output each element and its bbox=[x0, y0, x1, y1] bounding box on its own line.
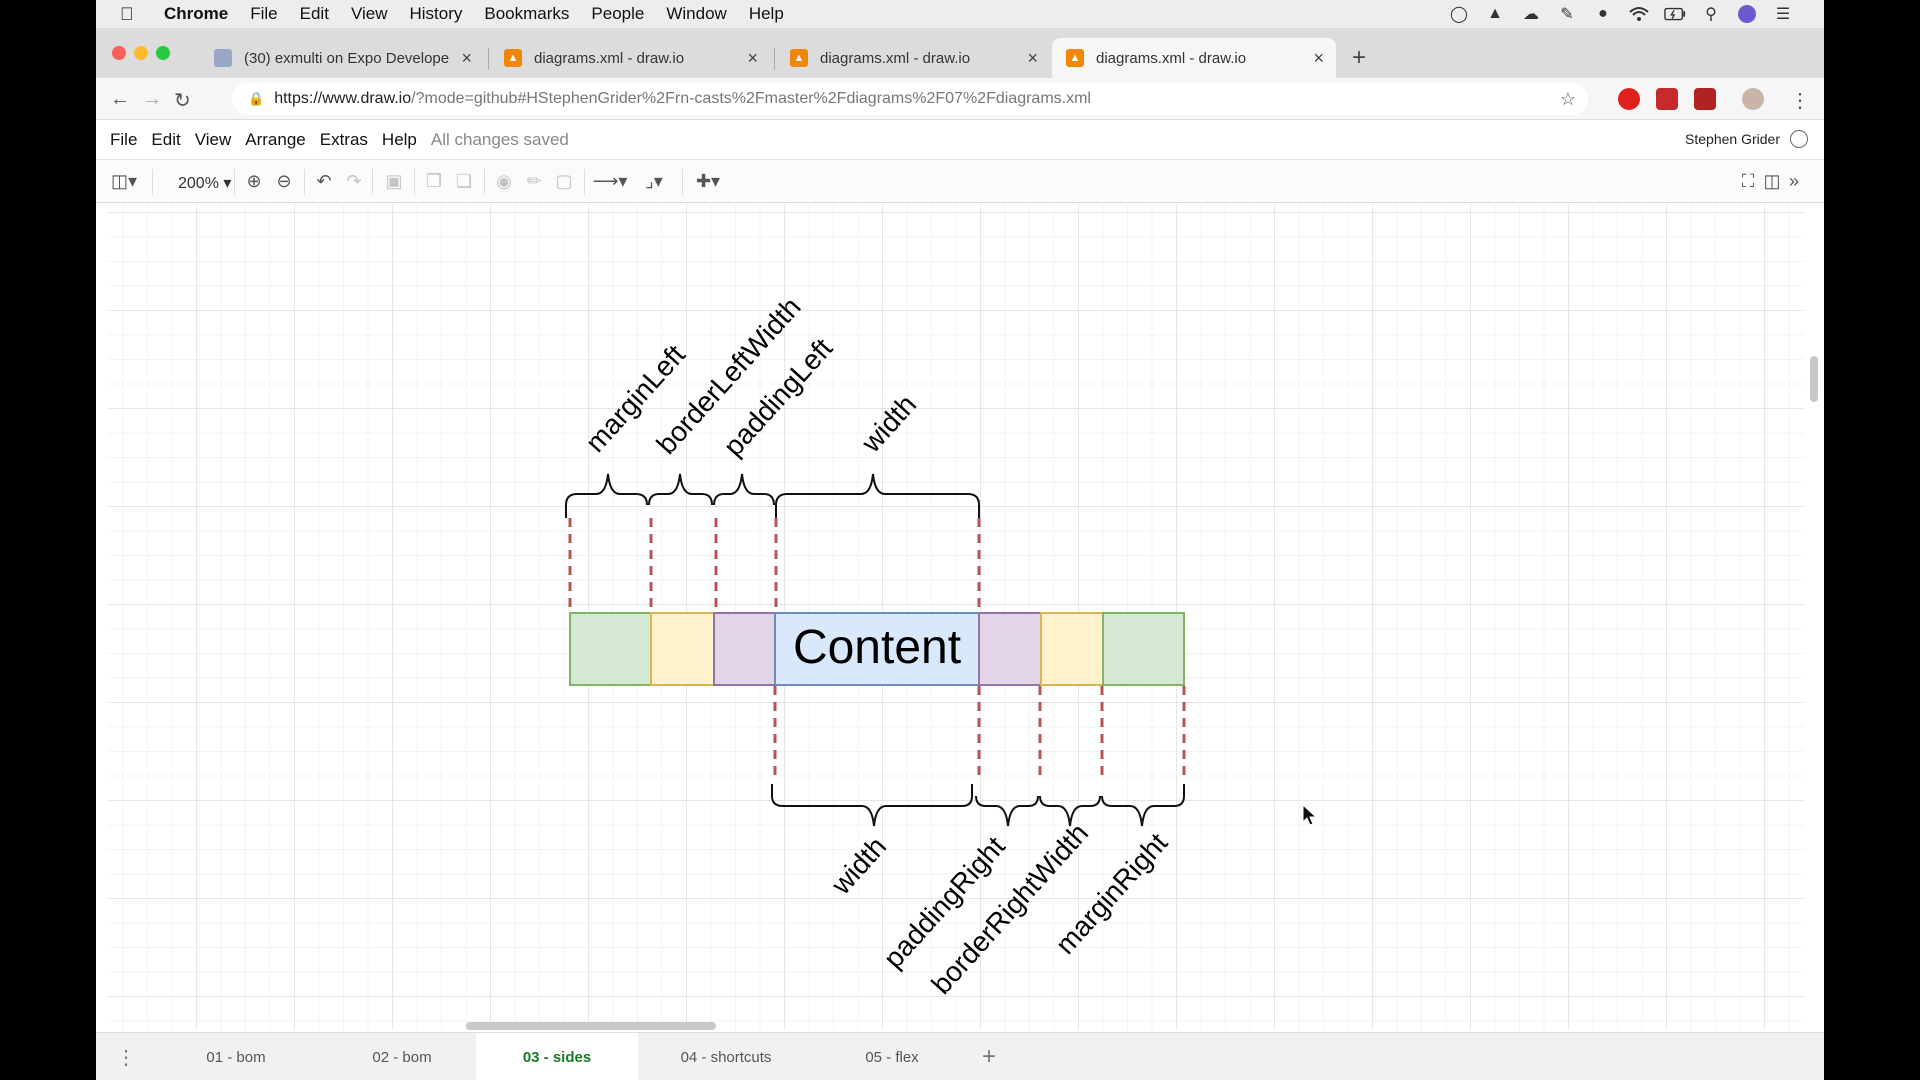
bottom-guides bbox=[773, 686, 1186, 782]
brace-width-bottom bbox=[771, 784, 973, 827]
bottom-braces bbox=[771, 784, 1185, 827]
margin-right-box[interactable] bbox=[1102, 612, 1185, 686]
brace-padding-left bbox=[713, 473, 775, 506]
vertical-scrollbar[interactable] bbox=[1810, 356, 1818, 402]
brace-padding-right bbox=[975, 795, 1039, 827]
brace-margin-right bbox=[1101, 784, 1185, 827]
top-braces bbox=[565, 473, 980, 518]
border-right-box[interactable] bbox=[1040, 612, 1104, 686]
brace-width-top bbox=[775, 473, 980, 518]
label-width-top: width bbox=[855, 389, 922, 459]
page-tab-05[interactable]: 05 - flex bbox=[812, 1033, 972, 1080]
brace-border-left bbox=[648, 473, 713, 506]
content-label: Content bbox=[793, 621, 961, 674]
add-page-icon[interactable]: + bbox=[982, 1043, 996, 1071]
label-width-bottom: width bbox=[825, 831, 892, 901]
padding-left-box[interactable] bbox=[713, 612, 776, 686]
mouse-pointer-icon bbox=[1302, 804, 1318, 826]
page-tabs-bar: ⋮ 01 - bom 02 - bom 03 - sides 04 - shor… bbox=[96, 1032, 1824, 1080]
border-left-box[interactable] bbox=[650, 612, 715, 686]
padding-right-box[interactable] bbox=[978, 612, 1042, 686]
page-tab-01[interactable]: 01 - bom bbox=[156, 1033, 316, 1080]
page-tab-03-active[interactable]: 03 - sides bbox=[476, 1033, 638, 1080]
box-model-diagram: Content marginLeft borderLeftWidth paddi… bbox=[565, 291, 1186, 1000]
page-tab-02[interactable]: 02 - bom bbox=[322, 1033, 482, 1080]
horizontal-scrollbar[interactable] bbox=[466, 1022, 716, 1030]
pages-menu-icon[interactable]: ⋮ bbox=[116, 1045, 136, 1070]
page-tab-04[interactable]: 04 - shortcuts bbox=[644, 1033, 808, 1080]
top-guides bbox=[568, 518, 981, 610]
brace-margin-left bbox=[565, 473, 648, 518]
screen:  Chrome File Edit View History Bookmark… bbox=[96, 0, 1824, 1080]
margin-left-box[interactable] bbox=[569, 612, 652, 686]
